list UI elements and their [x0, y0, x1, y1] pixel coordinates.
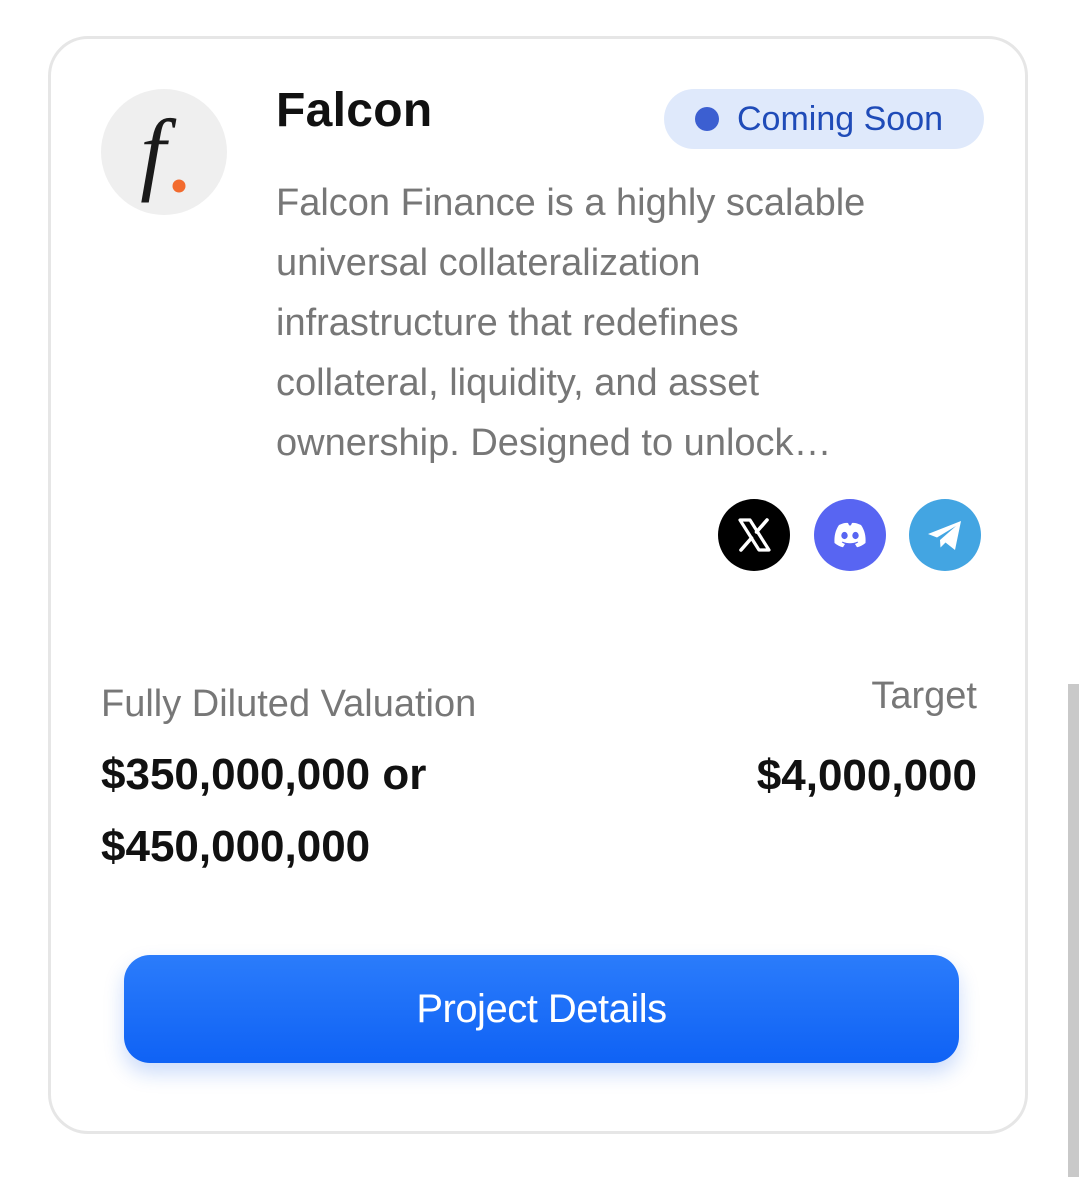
status-dot-icon — [695, 107, 719, 131]
discord-icon — [834, 522, 866, 548]
status-badge: Coming Soon — [664, 89, 984, 149]
discord-social-link[interactable] — [814, 499, 886, 571]
project-details-button[interactable]: Project Details — [124, 955, 959, 1063]
description-line: collateral, liquidity, and asset — [276, 362, 759, 404]
telegram-icon — [928, 521, 961, 550]
status-badge-label: Coming Soon — [737, 100, 944, 138]
project-card: f Falcon Coming Soon Falcon Finance is a… — [48, 36, 1028, 1134]
svg-text:f: f — [140, 101, 177, 203]
falcon-f-logo-icon: f — [140, 101, 186, 203]
project-logo: f — [101, 89, 227, 215]
description-line: Falcon Finance is a highly scalable — [276, 182, 866, 224]
scrollbar[interactable] — [1068, 684, 1079, 1177]
telegram-social-link[interactable] — [909, 499, 981, 571]
fdv-value: $350,000,000 or $450,000,000 — [101, 750, 427, 871]
x-twitter-icon — [738, 518, 771, 552]
project-title: Falcon — [276, 84, 433, 137]
description-line: universal collateralization — [276, 242, 701, 284]
x-social-link[interactable] — [718, 499, 790, 571]
target-label: Target — [871, 675, 977, 717]
description-line: infrastructure that redefines — [276, 302, 739, 344]
target-value: $4,000,000 — [756, 751, 977, 800]
description-line: ownership. Designed to unlock… — [276, 422, 832, 464]
fdv-label: Fully Diluted Valuation — [101, 683, 477, 725]
project-description: Falcon Finance is a highly scalable univ… — [276, 173, 966, 473]
